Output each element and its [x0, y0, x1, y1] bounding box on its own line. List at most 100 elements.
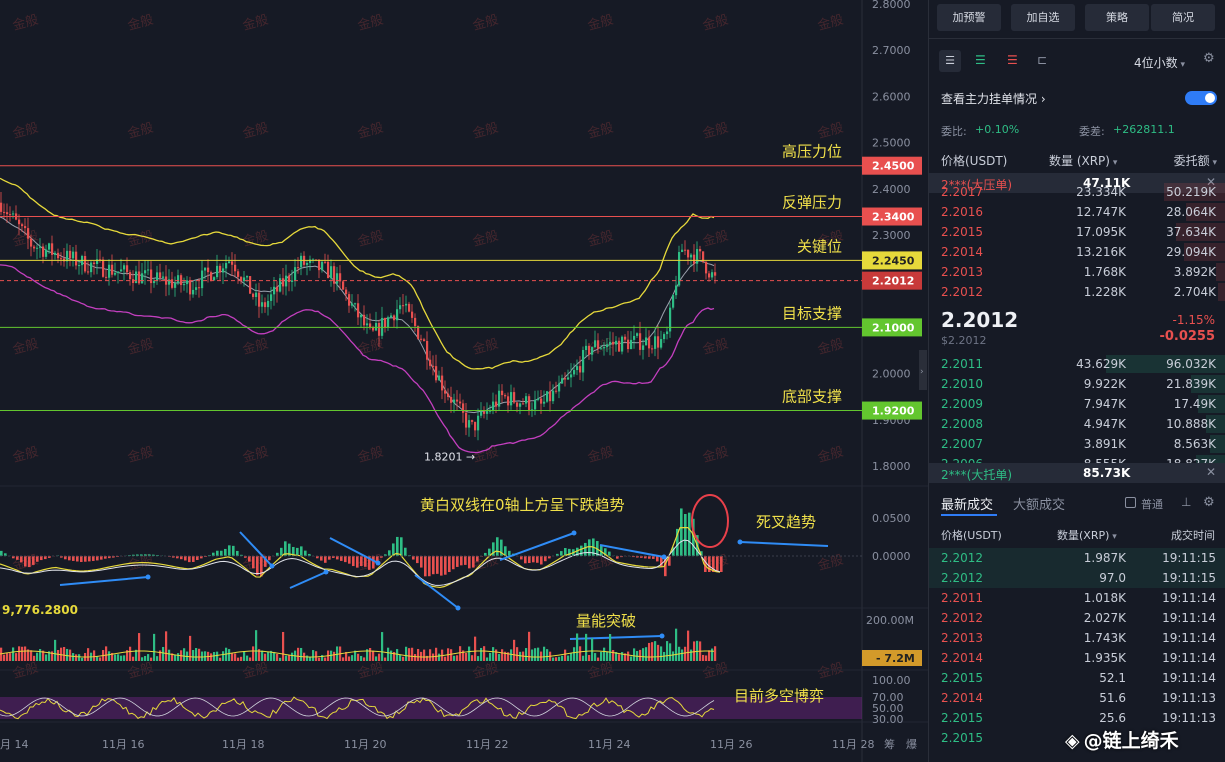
volume-bar [603, 647, 606, 661]
strategy-button[interactable]: 策略 [1085, 4, 1149, 31]
volume-bar [351, 655, 354, 661]
volume-bar [144, 656, 147, 661]
x-axis-label: 11月 28 [832, 738, 875, 751]
volume-bar [471, 655, 474, 661]
trade-row: 2.2012 1.987K 19:11:15 [929, 548, 1225, 568]
candle-body [147, 269, 150, 271]
macd-axis-label: 0.0500 [872, 512, 911, 525]
candle-body [564, 378, 567, 380]
normal-checkbox[interactable] [1125, 497, 1136, 508]
volume-bar [141, 657, 144, 661]
candle-body [672, 295, 675, 308]
candle-body [534, 399, 537, 410]
candle-body [495, 401, 498, 407]
watermark: 金般 [816, 660, 845, 682]
volume-bar [231, 653, 234, 661]
volume-bar [195, 648, 198, 661]
candle-body [450, 396, 453, 403]
macd-histogram-bar [72, 556, 75, 561]
layout-depth-icon[interactable]: ⊏ [1037, 53, 1047, 67]
volume-axis-label: 200.00M [866, 614, 914, 627]
volume-bar [18, 646, 21, 661]
macd-histogram-bar [404, 547, 407, 556]
ask-row[interactable]: 2.2017 23.334K 50.219K [929, 182, 1225, 202]
volume-bar [267, 651, 270, 661]
tab-large-trades[interactable]: 大额成交 [1013, 494, 1065, 513]
volume-bar [459, 646, 462, 661]
bid-row[interactable]: 2.2007 3.891K 8.563K [929, 434, 1225, 454]
x-axis-label: 11月 24 [588, 738, 631, 751]
watermark: 金般 [701, 444, 730, 466]
level-tag-text: 2.3400 [872, 211, 915, 224]
volume-bar [465, 652, 468, 661]
candle-body [708, 273, 711, 278]
volume-bar [576, 633, 579, 661]
ask-row[interactable]: 2.2014 13.216K 29.094K [929, 242, 1225, 262]
volume-bar [396, 649, 399, 661]
trade-header-qty[interactable]: 数量(XRP) [1057, 527, 1117, 543]
x-axis-end-label: 筹 [884, 737, 895, 751]
trade-time: 19:11:14 [1162, 671, 1216, 685]
chart-canvas[interactable]: 金般 金般 金般 金般 金般 金般 金般 金般金般 金般 金般 金般 金般 金般 金般 金般金般 金般 金般 金般… [0, 0, 928, 762]
bid-row[interactable]: 2.2008 4.947K 10.888K [929, 414, 1225, 434]
add-alert-button[interactable]: 加预警 [937, 4, 1001, 31]
candle-body [0, 202, 3, 212]
watermark: 金般 [471, 228, 500, 250]
watermark: 金般 [586, 228, 615, 250]
bid-row[interactable]: 2.2009 7.947K 17.49K [929, 394, 1225, 414]
candle-body [138, 271, 141, 284]
settings-icon[interactable]: ⚙ [1203, 51, 1215, 66]
bid-row[interactable]: 2.2011 43.629K 96.032K [929, 354, 1225, 374]
macd-histogram-bar [452, 556, 455, 570]
volume-bar [450, 649, 453, 661]
ask-row[interactable]: 2.2015 17.095K 37.634K [929, 222, 1225, 242]
ask-row[interactable]: 2.2016 12.747K 28.064K [929, 202, 1225, 222]
candle-body [342, 281, 345, 290]
candle-body [33, 246, 36, 249]
volume-bar [519, 651, 522, 661]
ask-row[interactable]: 2.2012 1.228K 2.704K [929, 282, 1225, 302]
tab-latest-trades[interactable]: 最新成交 [941, 494, 993, 513]
volume-bar [174, 654, 177, 661]
add-watchlist-button[interactable]: 加自选 [1011, 4, 1075, 31]
macd-histogram-bar [68, 556, 71, 561]
row-price: 2.2010 [941, 377, 983, 391]
overview-button[interactable]: 简况 [1151, 4, 1215, 31]
volume-bar [492, 647, 495, 661]
volume-bar [309, 656, 312, 661]
arrow-head [659, 633, 665, 639]
macd-histogram-bar [460, 556, 463, 566]
header-total[interactable]: 委托额 [1174, 152, 1217, 169]
settings-icon[interactable]: ⚙ [1203, 495, 1215, 510]
candle-body [504, 395, 507, 397]
main-orders-toggle[interactable] [1185, 91, 1217, 105]
price-axis-label: 2.3000 [872, 229, 911, 242]
annotation-arrow [59, 576, 149, 586]
ask-row[interactable]: 2.2013 1.768K 3.892K [929, 262, 1225, 282]
volume-bar [342, 657, 345, 661]
arrow-head [375, 560, 381, 566]
candle-body [129, 272, 132, 280]
layout-both-icon[interactable]: ☰ [939, 50, 961, 72]
decimal-select[interactable]: 4位小数 [1134, 54, 1185, 71]
row-price: 2.2013 [941, 265, 983, 279]
candle-body [414, 317, 417, 327]
big-bid-row[interactable]: 2***(大托单) 85.73K ✕ [929, 463, 1225, 483]
annotation-arrow [414, 574, 459, 609]
candle-body [255, 292, 258, 297]
kline-chart[interactable]: 金般 金般 金般 金般 金般 金般 金般 金般 金般 金般 金般 金般 金般 金般 金般 金般 金般 金般 金般 金般… [0, 0, 928, 762]
macd-histogram-bar [320, 556, 323, 561]
volume-bar [93, 650, 96, 661]
main-orders-link[interactable]: 查看主力挂单情况 › [941, 90, 1046, 107]
volume-bar [372, 650, 375, 661]
layout-bids-icon[interactable]: ☰ [975, 53, 986, 67]
macd-histogram-bar [560, 551, 563, 556]
filter-icon[interactable]: ⊥ [1181, 495, 1191, 509]
row-qty: 4.947K [1083, 417, 1126, 431]
layout-asks-icon[interactable]: ☰ [1007, 53, 1018, 67]
candle-body [21, 224, 24, 227]
header-qty[interactable]: 数量 (XRP) [1049, 152, 1117, 169]
macd-histogram-bar [584, 542, 587, 556]
bid-row[interactable]: 2.2010 9.922K 21.839K [929, 374, 1225, 394]
volume-bar [96, 656, 99, 661]
